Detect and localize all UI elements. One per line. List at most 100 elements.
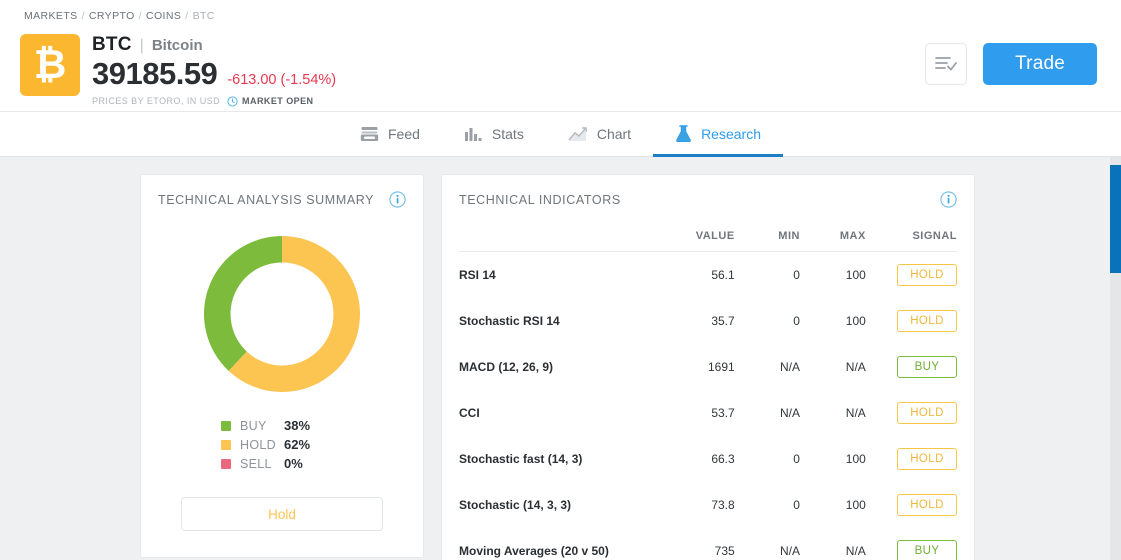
- indicator-max: 100: [845, 314, 866, 328]
- indicator-max: N/A: [845, 406, 866, 420]
- status-badge[interactable]: HOLD: [897, 264, 957, 286]
- indicator-signal-cell: BUY: [866, 344, 957, 390]
- info-icon[interactable]: [389, 191, 406, 208]
- tab-chart[interactable]: Chart: [546, 113, 653, 157]
- indicator-name: RSI 14: [459, 268, 496, 282]
- indicators-header-row: VALUE MIN MAX SIGNAL: [459, 208, 957, 252]
- tab-chart-label: Chart: [596, 125, 632, 142]
- indicator-value: 73.8: [711, 498, 735, 512]
- instrument-symbol: BTC: [92, 34, 132, 55]
- watchlist-check-icon[interactable]: [925, 43, 968, 85]
- breadcrumb-item-markets[interactable]: MARKETS: [24, 10, 78, 22]
- current-price: 39185.59: [92, 56, 218, 91]
- indicators-card-header: TECHNICAL INDICATORS: [442, 175, 974, 208]
- indicator-min: 0: [793, 268, 800, 282]
- col-header-name: [459, 208, 635, 252]
- legend-item-hold: HOLD 62%: [221, 437, 310, 452]
- price-source-note: PRICES BY ETORO, IN USD: [92, 96, 221, 107]
- indicator-name: Stochastic fast (14, 3): [459, 452, 583, 466]
- indicator-min: 0: [793, 452, 800, 466]
- legend-swatch-buy: [221, 420, 231, 431]
- market-status: MARKET OPEN: [242, 96, 314, 107]
- donut-legend: BUY 38% HOLD 62% SELL 0%: [221, 398, 423, 475]
- page-header: MARKETS / CRYPTO / COINS / BTC ₿ BTC | Bitcoin…: [0, 0, 1121, 112]
- legend-value-buy: 38%: [284, 418, 311, 433]
- breadcrumb-item-btc: BTC: [192, 10, 215, 22]
- status-badge[interactable]: HOLD: [897, 310, 957, 332]
- summary-card-title: TECHNICAL ANALYSIS SUMMARY: [158, 192, 375, 207]
- indicators-card-title: TECHNICAL INDICATORS: [459, 192, 621, 207]
- col-header-value: VALUE: [634, 208, 735, 252]
- table-row: Moving Averages (20 v 50) 735 N/A N/A BUY: [459, 528, 957, 560]
- breadcrumb-item-coins[interactable]: COINS: [146, 10, 181, 22]
- tab-research[interactable]: Research: [653, 113, 783, 157]
- summary-card-header: TECHNICAL ANALYSIS SUMMARY: [141, 175, 423, 208]
- status-badge[interactable]: BUY: [897, 540, 957, 560]
- indicator-value: 56.1: [711, 268, 735, 282]
- indicator-value: 35.7: [711, 314, 735, 328]
- status-badge[interactable]: HOLD: [897, 402, 957, 424]
- breadcrumb-item-crypto[interactable]: CRYPTO: [89, 10, 135, 22]
- indicator-name: CCI: [459, 406, 480, 420]
- status-badge[interactable]: BUY: [897, 356, 957, 378]
- signal-donut-chart: [141, 208, 423, 398]
- legend-value-sell: 0%: [284, 456, 303, 471]
- indicator-signal-cell: BUY: [866, 528, 957, 560]
- indicator-name: Moving Averages (20 v 50): [459, 544, 609, 558]
- indicator-max: 100: [845, 268, 866, 282]
- tab-research-label: Research: [701, 125, 761, 142]
- tab-stats-label: Stats: [491, 125, 524, 142]
- breadcrumb-separator: /: [81, 10, 85, 22]
- research-content: TECHNICAL ANALYSIS SUMMARY BUY 38% HOLD …: [0, 157, 1121, 560]
- indicators-table-body: RSI 14 56.1 0 100 HOLD Stochastic RSI 14 35.7 0…: [459, 252, 957, 560]
- col-header-min: MIN: [734, 208, 800, 252]
- indicator-value: 1691: [707, 360, 735, 374]
- legend-label-sell: SELL: [240, 456, 272, 471]
- summary-verdict-button[interactable]: Hold: [181, 497, 383, 531]
- breadcrumb-separator: /: [138, 10, 142, 22]
- table-row: Stochastic fast (14, 3) 66.3 0 100 HOLD: [459, 436, 957, 482]
- tab-feed[interactable]: Feed: [338, 113, 442, 157]
- price-change: -613.00 (-1.54%): [227, 72, 337, 88]
- vertical-scrollbar-thumb[interactable]: [1110, 165, 1121, 273]
- trade-button[interactable]: Trade: [983, 43, 1097, 85]
- indicators-table-head: VALUE MIN MAX SIGNAL: [459, 208, 957, 252]
- price-line: 39185.59 -613.00 (-1.54%): [92, 56, 337, 91]
- breadcrumb-separator: /: [185, 10, 189, 22]
- table-row: Stochastic RSI 14 35.7 0 100 HOLD: [459, 298, 957, 344]
- indicators-column: TECHNICAL INDICATORS VALUE MIN MAX SIGNA…: [441, 174, 975, 560]
- symbol-divider: |: [139, 37, 144, 54]
- indicator-name: MACD (12, 26, 9): [459, 360, 554, 374]
- section-tabs: Feed Stats Chart Research: [0, 112, 1121, 157]
- indicator-min: N/A: [779, 360, 800, 374]
- col-header-signal: SIGNAL: [865, 208, 957, 252]
- indicator-max: 100: [845, 452, 866, 466]
- indicator-min: N/A: [779, 544, 800, 558]
- breadcrumb: MARKETS / CRYPTO / COINS / BTC: [0, 0, 1121, 22]
- technical-analysis-summary-card: TECHNICAL ANALYSIS SUMMARY BUY 38% HOLD …: [140, 174, 424, 558]
- technical-indicators-card: TECHNICAL INDICATORS VALUE MIN MAX SIGNA…: [441, 174, 975, 560]
- info-icon[interactable]: [940, 191, 957, 208]
- indicator-signal-cell: HOLD: [866, 252, 957, 299]
- legend-value-hold: 62%: [284, 437, 311, 452]
- status-badge[interactable]: HOLD: [897, 494, 957, 516]
- header-actions: Trade: [925, 43, 1097, 85]
- indicator-min: 0: [793, 498, 800, 512]
- status-badge[interactable]: HOLD: [897, 448, 957, 470]
- indicators-table-wrap: VALUE MIN MAX SIGNAL RSI 14 56.1 0 100 HOLD S…: [442, 208, 974, 560]
- vertical-scrollbar-track[interactable]: [1110, 157, 1121, 560]
- indicator-min: 0: [793, 314, 800, 328]
- trend-line-icon: [568, 126, 588, 142]
- indicator-signal-cell: HOLD: [866, 298, 957, 344]
- flask-icon: [675, 124, 692, 143]
- instrument-name-line: BTC | Bitcoin: [92, 34, 336, 56]
- legend-label-hold: HOLD: [240, 437, 276, 452]
- tab-feed-label: Feed: [388, 125, 420, 142]
- tab-stats[interactable]: Stats: [442, 113, 546, 157]
- indicator-name: Stochastic (14, 3, 3): [459, 498, 572, 512]
- indicator-value: 53.7: [711, 406, 735, 420]
- summary-column: TECHNICAL ANALYSIS SUMMARY BUY 38% HOLD …: [140, 174, 424, 560]
- inbox-icon: [360, 126, 379, 142]
- indicators-table: VALUE MIN MAX SIGNAL RSI 14 56.1 0 100 HOLD S…: [459, 208, 957, 560]
- table-row: RSI 14 56.1 0 100 HOLD: [459, 252, 957, 299]
